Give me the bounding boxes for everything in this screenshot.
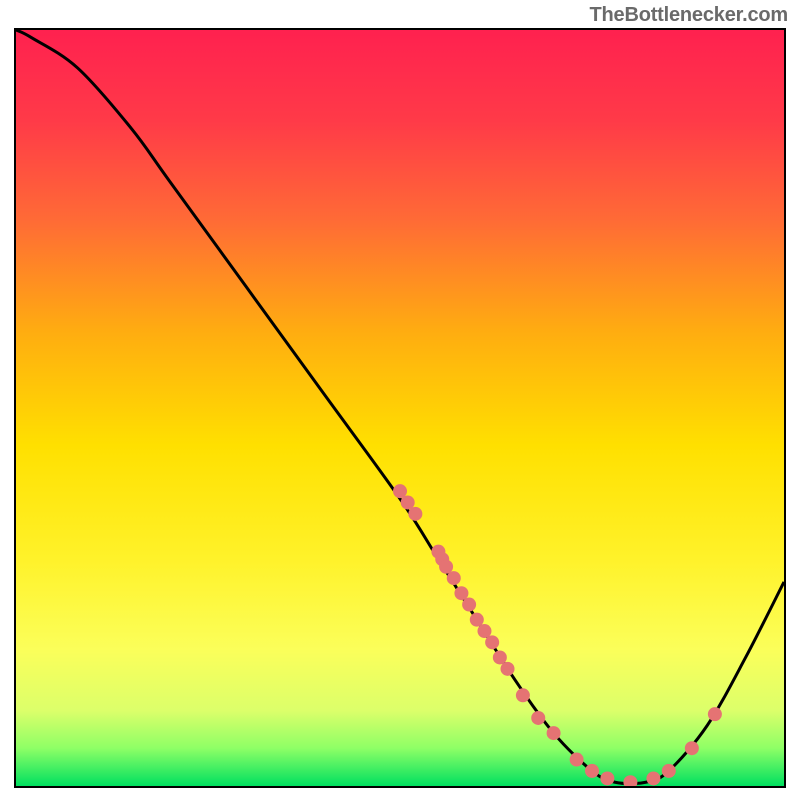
data-marker [685, 741, 699, 755]
data-marker [439, 560, 453, 574]
attribution-text: TheBottlenecker.com [590, 4, 789, 27]
data-marker [708, 707, 722, 721]
data-marker [493, 650, 507, 664]
data-marker [485, 635, 499, 649]
data-marker [447, 571, 461, 585]
data-marker [570, 753, 584, 767]
data-marker [501, 662, 515, 676]
data-marker [531, 711, 545, 725]
chart-background [16, 30, 784, 786]
chart-plot-area [14, 28, 786, 788]
data-marker [516, 688, 530, 702]
data-marker [477, 624, 491, 638]
data-marker [462, 598, 476, 612]
data-marker [547, 726, 561, 740]
data-marker [470, 613, 484, 627]
data-marker [408, 507, 422, 521]
data-marker [600, 771, 614, 785]
data-marker [393, 484, 407, 498]
data-marker [646, 771, 660, 785]
data-marker [401, 496, 415, 510]
data-marker [454, 586, 468, 600]
data-marker [662, 764, 676, 778]
chart-svg [16, 30, 784, 786]
data-marker [585, 764, 599, 778]
